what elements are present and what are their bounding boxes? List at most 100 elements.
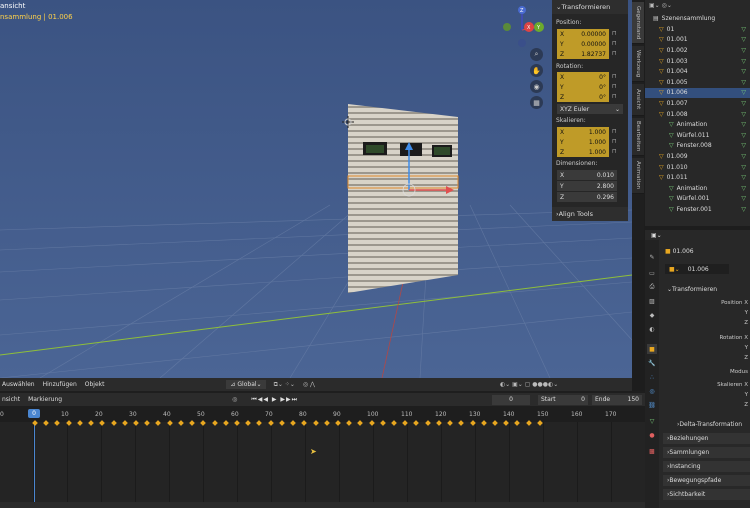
position-y-field[interactable]: Y 0.00000 xyxy=(557,39,609,49)
transform-section[interactable]: ⌄ Transformieren xyxy=(663,284,750,295)
outliner-row[interactable]: ▽ 01.002 ▽ xyxy=(645,45,750,56)
pan-hand-icon[interactable]: ✋ xyxy=(530,64,543,77)
transform-panel-header[interactable]: ⌄ Transformieren xyxy=(552,0,628,14)
visibility-icon[interactable]: ▽ xyxy=(741,185,746,192)
visibility-icon[interactable]: ▽ xyxy=(741,111,746,118)
timeline-view-menu[interactable]: nsicht xyxy=(2,396,20,403)
playback-controls[interactable]: ⏮◀◀ ▶ ▶▶⏭ xyxy=(251,396,298,404)
output-icon[interactable]: ⎙ xyxy=(647,282,657,292)
visibility-icon[interactable]: ▽ xyxy=(741,121,746,128)
dimension-x-field[interactable]: X 0.010 xyxy=(557,170,617,180)
outliner-header-icons[interactable]: ▣⌄ ◎⌄ xyxy=(649,2,672,9)
grid-view-icon[interactable]: ▦ xyxy=(530,96,543,109)
outliner-row[interactable]: ▽ 01.009 ▽ xyxy=(645,151,750,162)
rotation-mode-select[interactable]: XYZ Euler ⌄ xyxy=(557,104,623,114)
snap-icon[interactable]: ⧉⌄ ⁘⌄ xyxy=(274,381,295,389)
tab-view[interactable]: Ansicht xyxy=(632,84,644,116)
object-icon[interactable]: ■ xyxy=(647,344,657,354)
visibility-icon[interactable]: ▽ xyxy=(741,79,746,86)
visibility-icon[interactable]: ▽ xyxy=(741,164,746,171)
visibility-icon[interactable]: ▽ xyxy=(741,100,746,107)
visibility-icon[interactable]: ▽ xyxy=(741,153,746,160)
render-icon[interactable]: ▭ xyxy=(647,268,657,278)
modifier-icon[interactable]: 🔧 xyxy=(647,358,657,368)
record-icon[interactable]: ◎ xyxy=(232,396,237,403)
world-icon[interactable]: ◐ xyxy=(647,324,657,334)
collections-section[interactable]: › Sammlungen xyxy=(663,447,750,458)
outliner-row[interactable]: ▽ Animation ▽ xyxy=(645,119,750,130)
start-frame-field[interactable]: Start 0 xyxy=(538,394,588,405)
position-x-field[interactable]: X 0.00000 xyxy=(557,29,609,39)
instancing-section[interactable]: › Instancing xyxy=(663,461,750,472)
outliner-row[interactable]: ▽ 01.011 ▽ xyxy=(645,172,750,183)
physics-icon[interactable]: ◎ xyxy=(647,386,657,396)
visibility-icon[interactable]: ▽ xyxy=(741,36,746,43)
lock-icon[interactable]: ⊓ xyxy=(612,83,617,90)
tab-edit[interactable]: Bearbeiten xyxy=(632,118,644,156)
outliner-row[interactable]: ▽ 01.001 ▽ xyxy=(645,35,750,46)
rotation-x-field[interactable]: X 0° xyxy=(557,72,609,82)
playhead-frame-indicator[interactable]: 0 xyxy=(28,409,40,418)
3d-viewport[interactable]: ZXY ansicht nsammlung | 01.006 ⌕ ✋ ◉ ▦ ⌄… xyxy=(0,0,632,378)
scene-icon[interactable]: ◆ xyxy=(647,310,657,320)
outliner-row[interactable]: ▽ 01.005 ▽ xyxy=(645,77,750,88)
tab-tool[interactable]: Werkzeug xyxy=(632,46,644,82)
visibility-icon[interactable]: ▽ xyxy=(741,58,746,65)
properties-editor-type-icon[interactable]: ▣⌄ xyxy=(651,232,662,239)
outliner-row[interactable]: ▽ Würfel.011 ▽ xyxy=(645,130,750,141)
dimension-y-field[interactable]: Y 2.800 xyxy=(557,181,617,191)
menu-select[interactable]: Auswählen xyxy=(2,381,35,388)
scene-collection-row[interactable]: ▤ Szenensammlung xyxy=(645,13,750,24)
outliner-row[interactable]: ▽ Würfel.001 ▽ xyxy=(645,194,750,205)
transform-orientation-select[interactable]: ⊿ Global⌄ xyxy=(226,380,266,389)
lock-icon[interactable]: ⊓ xyxy=(612,73,617,80)
outliner-row[interactable]: ▽ 01.008 ▽ xyxy=(645,109,750,120)
proportional-edit-icon[interactable]: ◎ ⋀ xyxy=(303,381,315,388)
delta-transform-section[interactable]: › Delta-Transformation xyxy=(673,419,750,430)
outliner-row[interactable]: ▽ Fenster.008 ▽ xyxy=(645,141,750,152)
lock-icon[interactable]: ⊓ xyxy=(612,50,617,57)
menu-add[interactable]: Hinzufügen xyxy=(43,381,77,388)
visibility-icon[interactable]: ▽ xyxy=(741,26,746,33)
visibility-icon[interactable]: ▽ xyxy=(741,174,746,181)
viewport-shading-icons[interactable]: ◐⌄ ▣⌄ ▢ ●●●◐⌄ xyxy=(500,381,558,388)
timeline[interactable]: nsicht Markierung ◎ ⏮◀◀ ▶ ▶▶⏭ 0 Start 0 E… xyxy=(0,391,645,508)
visibility-section[interactable]: › Sichtbarkeit xyxy=(663,489,750,500)
visibility-icon[interactable]: ▽ xyxy=(741,195,746,202)
object-name-field[interactable]: ■ 01.006 xyxy=(665,248,694,255)
timeline-track-area[interactable] xyxy=(0,422,645,502)
outliner-row[interactable]: ▽ 01 ▽ xyxy=(645,24,750,35)
lock-icon[interactable]: ⊓ xyxy=(612,148,617,155)
material-icon[interactable]: ● xyxy=(647,430,657,440)
zoom-icon[interactable]: ⌕ xyxy=(530,48,543,61)
constraints-icon[interactable]: ⛓ xyxy=(647,400,657,410)
lock-icon[interactable]: ⊓ xyxy=(612,128,617,135)
relations-section[interactable]: › Beziehungen xyxy=(663,433,750,444)
visibility-icon[interactable]: ▽ xyxy=(741,142,746,149)
lock-icon[interactable]: ⊓ xyxy=(612,40,617,47)
timeline-marker-menu[interactable]: Markierung xyxy=(28,396,62,403)
lock-icon[interactable]: ⊓ xyxy=(612,30,617,37)
object-data-field[interactable]: ■⌄ 01.006 xyxy=(665,264,729,274)
texture-icon[interactable]: ▩ xyxy=(647,446,657,456)
tab-item[interactable]: Gegenstand xyxy=(632,2,644,44)
visibility-icon[interactable]: ▽ xyxy=(741,132,746,139)
motion-paths-section[interactable]: › Bewegungspfade xyxy=(663,475,750,486)
outliner-row[interactable]: ▽ 01.007 ▽ xyxy=(645,98,750,109)
view-layer-icon[interactable]: ▨ xyxy=(647,296,657,306)
tab-animation[interactable]: Animation xyxy=(632,158,644,194)
outliner-row[interactable]: ▽ 01.004 ▽ xyxy=(645,66,750,77)
lock-icon[interactable]: ⊓ xyxy=(612,138,617,145)
scale-y-field[interactable]: Y 1.000 xyxy=(557,137,609,147)
scale-z-field[interactable]: Z 1.000 xyxy=(557,147,609,157)
visibility-icon[interactable]: ▽ xyxy=(741,89,746,96)
outliner-row[interactable]: ▽ 01.006 ▽ xyxy=(645,87,750,99)
object-data-icon[interactable]: ▽ xyxy=(647,416,657,426)
scale-x-field[interactable]: X 1.000 xyxy=(557,127,609,137)
end-frame-field[interactable]: Ende 150 xyxy=(592,394,642,405)
dimension-z-field[interactable]: Z 0.296 xyxy=(557,192,617,202)
particles-icon[interactable]: ∴ xyxy=(647,372,657,382)
camera-icon[interactable]: ◉ xyxy=(530,80,543,93)
align-tools-header[interactable]: › Align Tools xyxy=(552,207,628,221)
visibility-icon[interactable]: ▽ xyxy=(741,206,746,213)
